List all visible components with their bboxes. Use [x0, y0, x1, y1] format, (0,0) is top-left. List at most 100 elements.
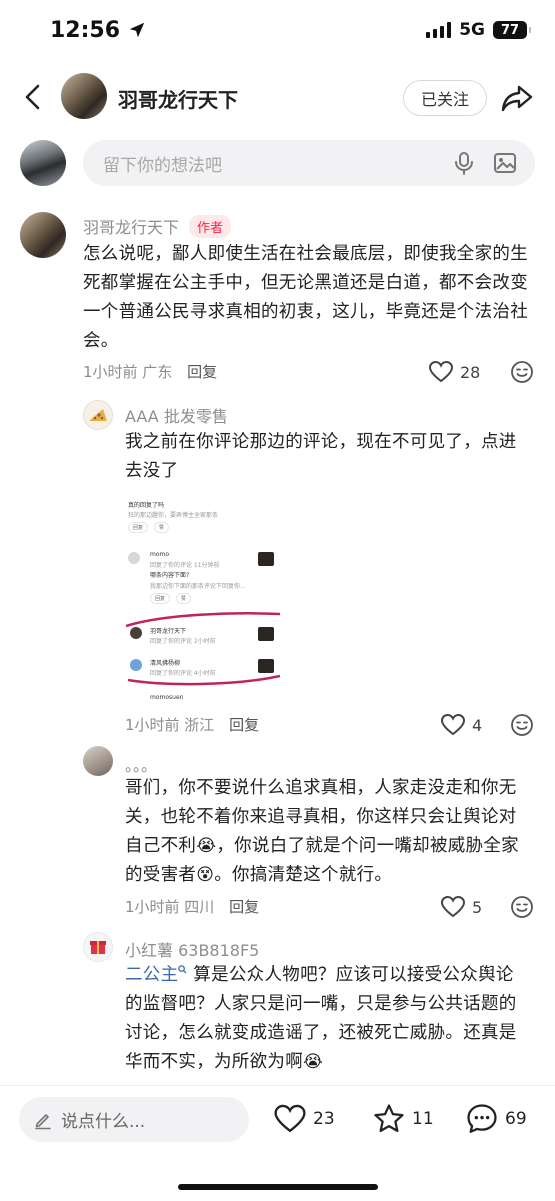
network-type: 5G: [459, 20, 485, 40]
comment-line: 的受害者😵。你搞清楚这个就行。: [125, 861, 540, 890]
comment-line: 一个普通公民寻求真相的初衷，这儿，毕竟还是个法治社: [83, 302, 528, 322]
shot-avatar: [130, 659, 142, 671]
battery-icon: 77: [493, 21, 531, 39]
heart-icon: [428, 360, 454, 383]
like-button[interactable]: 28: [428, 360, 480, 384]
battery-level: 77: [500, 22, 520, 38]
gift-icon: [90, 941, 106, 954]
star-icon: [374, 1104, 404, 1133]
comment-username[interactable]: 小红薯 63B818F5: [125, 937, 259, 961]
comment-icon: [467, 1104, 497, 1133]
comment-text-segment: 的受害者: [125, 865, 197, 885]
comment-meta: 1小时前 四川 回复: [125, 896, 259, 917]
comment-meta: 1小时前 浙江 回复: [125, 714, 259, 735]
reply-avatar[interactable]: [83, 746, 113, 776]
comment-username[interactable]: 。。。: [125, 752, 157, 776]
heart-icon: [440, 895, 466, 918]
reply-button[interactable]: 回复: [229, 716, 259, 734]
like-count: 4: [472, 715, 483, 735]
header-username[interactable]: 羽哥龙行天下: [118, 84, 238, 113]
comment-line: 怎么说呢，鄙人即使生活在社会最底层，即使我全家的生: [83, 244, 528, 264]
reply-avatar[interactable]: [83, 400, 113, 430]
follow-button[interactable]: 已关注: [403, 80, 487, 116]
reply-button[interactable]: 回复: [187, 363, 217, 381]
emoji-icon[interactable]: [510, 360, 534, 384]
like-count: 5: [472, 897, 483, 917]
comment-text[interactable]: 怎么说呢，鄙人即使生活在社会最底层，即使我全家的生 死都掌握在公主手中，但无论黑…: [83, 240, 538, 356]
comment-meta: 1小时前 广东 回复: [83, 361, 217, 382]
comment-text[interactable]: 哥们，你不要说什么追求真相，人家走没走和你无 关，也轮不着你来追寻真相，你这样只…: [125, 774, 540, 890]
shot-avatar: [130, 627, 142, 639]
home-indicator[interactable]: [178, 1184, 378, 1190]
header-avatar[interactable]: [61, 73, 107, 119]
navigation-arrow-icon: [129, 22, 144, 38]
comment-line: 讨论，怎么就变成造谣了，还被死亡威胁。还真是: [125, 1023, 517, 1043]
emoji-icon[interactable]: [510, 713, 534, 737]
like-button[interactable]: 4: [440, 713, 482, 737]
comment-text-segment: 华而不实，为所欲为啊: [125, 1052, 303, 1072]
comment-time-location: 1小时前 四川: [125, 898, 215, 916]
comment-line: 会。: [83, 331, 119, 351]
mention-link[interactable]: 二公主: [125, 965, 178, 985]
comment-line: 去没了: [125, 461, 179, 481]
bottom-input-placeholder: 说点什么...: [61, 1112, 146, 1132]
comment-line: 华而不实，为所欲为啊😭: [125, 1048, 540, 1077]
shot-text: 羽哥龙行天下: [150, 628, 187, 635]
emoji-icon[interactable]: [510, 895, 534, 919]
comment-text-segment: 。你搞清楚这个就行。: [214, 865, 393, 885]
comment-line: 死都掌握在公主手中，但无论黑道还是白道，都不会改变: [83, 273, 528, 293]
comment-image[interactable]: 真的回复了吗 狂的那边趣你，要弄博主全家那条 回复 赞 momo 回复了你的评论…: [124, 494, 280, 706]
comment-text[interactable]: 我之前在你评论那边的评论，现在不可见了，点进 去没了: [125, 428, 540, 486]
comment-header: 羽哥龙行天下 作者: [83, 214, 232, 238]
back-chevron-icon[interactable]: [18, 82, 48, 112]
comment-username[interactable]: AAA 批发零售: [125, 403, 228, 427]
comment-text-segment: 算是公众人物吧？应该可以接受公众舆论: [193, 965, 514, 985]
comment-input[interactable]: 留下你的想法吧: [83, 140, 535, 186]
status-icons: 5G 77: [426, 20, 531, 40]
reply-avatar[interactable]: [83, 932, 113, 962]
comment-time-location: 1小时前 广东: [83, 363, 173, 381]
comment-text[interactable]: 二公主 算是公众人物吧？应该可以接受公众舆论 的监督吧？人家只是问一嘴，只是参与…: [125, 961, 540, 1077]
comment-line: 的监督吧？人家只是问一嘴，只是参与公共话题的: [125, 994, 517, 1014]
comment-avatar[interactable]: [20, 212, 66, 258]
search-icon: [178, 965, 187, 974]
microphone-icon[interactable]: [453, 151, 475, 175]
comment-text-segment: ，你说白了就是个问一嘴却被威胁全家: [216, 836, 519, 856]
shot-text: 回复了你的评论 2小时前: [150, 638, 216, 645]
post-collect-button[interactable]: 11: [372, 1102, 434, 1136]
signal-icon: [426, 22, 452, 38]
crying-emoji-icon: 😭: [196, 836, 217, 856]
author-badge: 作者: [189, 214, 232, 238]
shot-text: 清风拂杨柳: [150, 660, 181, 667]
comment-line: 哥们，你不要说什么追求真相，人家走没走和你无: [125, 778, 517, 798]
post-comment-count: 69: [505, 1109, 527, 1129]
post-like-count: 23: [313, 1109, 335, 1129]
my-avatar: [20, 140, 66, 186]
heart-icon: [440, 713, 466, 736]
share-icon[interactable]: [500, 82, 534, 114]
reply-button[interactable]: 回复: [229, 898, 259, 916]
post-like-button[interactable]: 23: [273, 1103, 335, 1135]
comment-text-segment: 自己不利: [125, 836, 197, 856]
like-count: 28: [460, 362, 481, 382]
post-comment-button[interactable]: 69: [465, 1102, 527, 1136]
comment-line: 自己不利😭，你说白了就是个问一嘴却被威胁全家: [125, 832, 540, 861]
like-button[interactable]: 5: [440, 895, 482, 919]
heart-icon: [274, 1104, 306, 1133]
bottom-comment-input[interactable]: 说点什么...: [19, 1097, 249, 1142]
pen-icon: [35, 1113, 51, 1129]
shot-text: momosuen: [150, 694, 184, 701]
comment-input-placeholder: 留下你的想法吧: [103, 155, 222, 176]
comment-time-location: 1小时前 浙江: [125, 716, 215, 734]
comment-username[interactable]: 羽哥龙行天下: [83, 214, 179, 238]
crying-emoji-icon: 😭: [303, 1052, 324, 1072]
comment-line: 二公主 算是公众人物吧？应该可以接受公众舆论: [125, 961, 540, 990]
comment-line: 关，也轮不着你来追寻真相，你这样只会让舆论对: [125, 807, 517, 827]
comment-line: 我之前在你评论那边的评论，现在不可见了，点进: [125, 432, 517, 452]
shot-thumb: [258, 659, 274, 673]
post-collect-count: 11: [412, 1109, 434, 1129]
shot-text: 回复了你的评论 4小时前: [150, 670, 216, 677]
dizzy-emoji-icon: 😵: [196, 865, 215, 885]
shot-thumb: [258, 627, 274, 641]
image-icon[interactable]: [493, 152, 517, 174]
